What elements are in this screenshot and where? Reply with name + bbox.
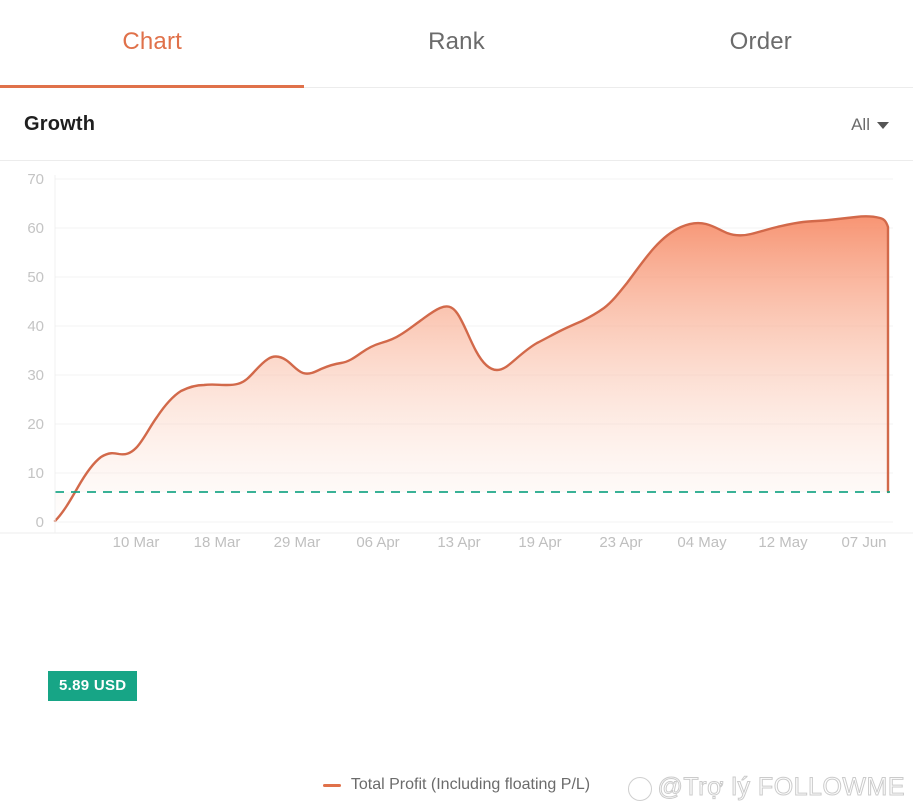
marker-value-badge: 5.89 USD [48, 671, 138, 701]
svg-text:50: 50 [27, 269, 44, 286]
y-axis-ticks: 70 60 50 40 30 20 10 0 [27, 171, 44, 531]
svg-text:10 Mar: 10 Mar [113, 534, 160, 551]
tab-order[interactable]: Order [609, 0, 913, 88]
chart-area-fill [55, 216, 888, 521]
svg-text:06 Apr: 06 Apr [356, 534, 399, 551]
tab-order-label: Order [729, 28, 792, 55]
x-axis-ticks: 10 Mar 18 Mar 29 Mar 06 Apr 13 Apr 19 Ap… [113, 534, 887, 551]
svg-text:29 Mar: 29 Mar [274, 534, 321, 551]
chart-legend[interactable]: Total Profit (Including floating P/L) [0, 776, 913, 794]
svg-text:30: 30 [27, 367, 44, 384]
svg-text:07 Jun: 07 Jun [841, 534, 886, 551]
svg-text:13 Apr: 13 Apr [437, 534, 480, 551]
legend-line-icon [322, 783, 341, 787]
svg-text:12 May: 12 May [758, 534, 808, 551]
svg-text:18 Mar: 18 Mar [194, 534, 241, 551]
legend-item-label: Total Profit (Including floating P/L) [350, 776, 591, 793]
svg-text:60: 60 [27, 220, 44, 237]
tab-rank-label: Rank [428, 28, 485, 55]
svg-text:20: 20 [27, 416, 44, 433]
svg-text:19 Apr: 19 Apr [518, 534, 561, 551]
svg-text:70: 70 [27, 171, 44, 188]
tab-chart[interactable]: Chart [0, 0, 305, 88]
page-title: Growth [24, 113, 96, 135]
tab-rank[interactable]: Rank [304, 0, 608, 88]
svg-text:23 Apr: 23 Apr [599, 534, 642, 551]
svg-text:04 May: 04 May [677, 534, 727, 551]
chevron-down-icon [877, 122, 889, 129]
growth-chart[interactable]: 70 60 50 40 30 20 10 0 10 Mar 18 Mar 29 … [0, 161, 913, 802]
range-filter-label: All [851, 114, 870, 134]
svg-text:40: 40 [27, 318, 44, 335]
chart-canvas: 70 60 50 40 30 20 10 0 10 Mar 18 Mar 29 … [0, 171, 913, 551]
svg-text:10: 10 [27, 465, 44, 482]
section-header: Growth All [0, 88, 913, 161]
range-filter-dropdown[interactable]: All [851, 115, 889, 135]
tab-chart-label: Chart [122, 28, 182, 55]
svg-text:0: 0 [36, 514, 44, 531]
tab-bar: Chart Rank Order [0, 0, 913, 88]
